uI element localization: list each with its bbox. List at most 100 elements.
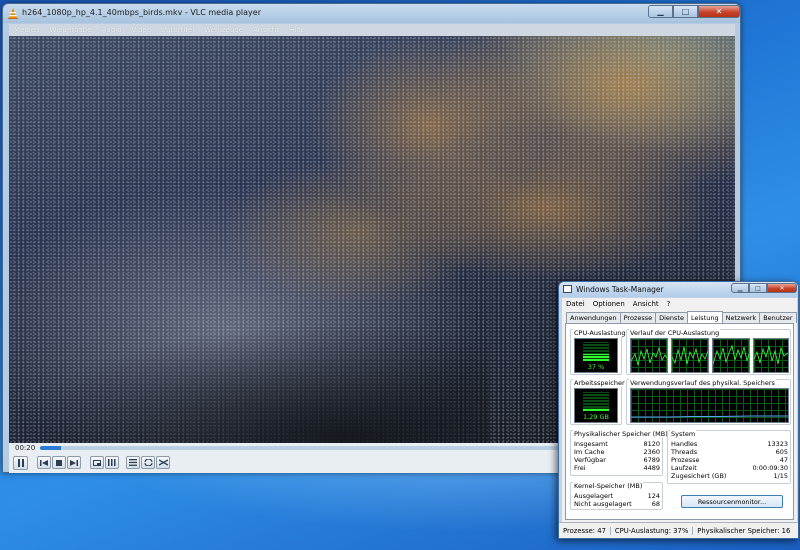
tab-prozesse[interactable]: Prozesse	[619, 312, 657, 323]
phys-key: Frei	[574, 464, 586, 472]
vlc-window-title: h264_1080p_hp_4.1_40mbps_birds.mkv - VLC…	[22, 8, 261, 17]
system-title: System	[670, 430, 697, 438]
phys-key: Verfügbar	[574, 456, 606, 464]
minimize-icon: ▁	[657, 7, 664, 16]
loop-icon	[143, 459, 153, 466]
menu-video[interactable]: Video	[131, 26, 151, 34]
tm-menu-optionen[interactable]: Optionen	[593, 300, 625, 308]
cpu-core-graph	[630, 338, 668, 373]
tm-body: Anwendungen Prozesse Dienste Leistung Ne…	[562, 309, 797, 522]
kernel-key: Ausgelagert	[574, 492, 614, 500]
seek-slider[interactable]	[40, 446, 560, 450]
tab-benutzer[interactable]: Benutzer	[759, 312, 797, 323]
resource-monitor-button[interactable]: Ressourcenmonitor...	[681, 495, 783, 508]
close-icon: ✕	[779, 284, 785, 292]
minimize-icon: ▁	[737, 284, 743, 292]
kernel-value: 124	[647, 492, 660, 500]
memory-group: Arbeitsspeicher 1,29 GB	[570, 379, 626, 425]
cpu-core-graph	[671, 338, 709, 373]
tm-menubar: Datei Optionen Ansicht ?	[562, 298, 797, 309]
phys-row: Insgesamt 8120	[574, 440, 660, 448]
menu-audio[interactable]: Audio	[102, 26, 122, 34]
memory-history-graph	[630, 388, 789, 423]
vlc-titlebar[interactable]: h264_1080p_hp_4.1_40mbps_birds.mkv - VLC…	[3, 4, 740, 23]
system-row: Handles 13323	[671, 440, 788, 448]
cpu-history-title: Verlauf der CPU-Auslastung	[629, 329, 721, 337]
fullscreen-button[interactable]	[90, 456, 104, 469]
physical-memory-title: Physikalischer Speicher (MB)	[573, 430, 669, 438]
stop-icon	[56, 459, 62, 466]
cpu-usage-title: CPU-Auslastung	[573, 329, 627, 337]
shuffle-button[interactable]	[156, 456, 170, 469]
tab-netzwerk[interactable]: Netzwerk	[721, 312, 761, 323]
next-icon	[70, 459, 78, 466]
equalizer-icon	[108, 459, 116, 466]
tm-minimize-button[interactable]: ▁	[731, 283, 749, 293]
memory-title: Arbeitsspeicher	[573, 379, 626, 387]
memory-value: 1,29 GB	[582, 413, 610, 421]
video-water-shadow	[9, 323, 489, 443]
tab-anwendungen[interactable]: Anwendungen	[566, 312, 621, 323]
phys-row: Im Cache 2360	[574, 448, 660, 456]
phys-value: 2360	[643, 448, 660, 456]
cpu-core-line	[753, 345, 789, 365]
tm-window-title: Windows Task-Manager	[576, 285, 664, 294]
system-key: Handles	[671, 440, 698, 448]
system-group: System Handles 13323 Threads 605 Prozesse 4…	[667, 430, 791, 484]
close-button[interactable]: ✕	[698, 5, 740, 18]
maximize-button[interactable]: □	[673, 5, 698, 18]
performance-panel: CPU-Auslastung 37 % Verlauf der CPU-Ausl…	[565, 323, 794, 520]
minimize-button[interactable]: ▁	[648, 5, 673, 18]
maximize-icon: □	[755, 284, 761, 292]
loop-button[interactable]	[141, 456, 155, 469]
system-key: Laufzeit	[671, 464, 697, 472]
kernel-memory-title: Kernel-Speicher (MB)	[573, 482, 644, 490]
menu-wiedergabe[interactable]: Wiedergabe	[49, 26, 91, 34]
tab-leistung[interactable]: Leistung	[687, 311, 723, 323]
menu-untertitel[interactable]: Untertitel	[161, 26, 194, 34]
tm-close-button[interactable]: ✕	[767, 283, 797, 293]
close-icon: ✕	[715, 7, 723, 16]
shuffle-icon	[158, 459, 168, 466]
tm-menu-help[interactable]: ?	[667, 300, 671, 308]
next-button[interactable]	[67, 456, 81, 469]
system-value: 1/15	[773, 472, 788, 480]
kernel-key: Nicht ausgelagert	[574, 500, 632, 508]
pause-icon	[17, 459, 24, 467]
tm-menu-ansicht[interactable]: Ansicht	[633, 300, 659, 308]
previous-button[interactable]	[37, 456, 51, 469]
task-manager-icon	[563, 285, 572, 293]
extended-settings-button[interactable]	[105, 456, 119, 469]
playlist-button[interactable]	[126, 456, 140, 469]
memory-history-group: Verwendungsverlauf des physikal. Speiche…	[626, 379, 791, 425]
pause-button[interactable]	[13, 456, 28, 470]
tm-tabs: Anwendungen Prozesse Dienste Leistung Ne…	[566, 311, 797, 323]
menu-hilfe[interactable]: Hilfe	[289, 26, 305, 34]
memory-meter-fill	[583, 408, 609, 411]
phys-key: Im Cache	[574, 448, 605, 456]
task-manager-window: Windows Task-Manager ▁ □ ✕ Datei Optione…	[558, 281, 799, 539]
tm-menu-datei[interactable]: Datei	[566, 300, 585, 308]
menu-medien[interactable]: Medien	[14, 26, 39, 34]
system-value: 605	[775, 448, 788, 456]
cpu-core-graph	[753, 338, 789, 373]
tab-dienste[interactable]: Dienste	[655, 312, 688, 323]
tm-titlebar[interactable]: Windows Task-Manager ▁ □ ✕	[559, 282, 798, 297]
cpu-core-line	[712, 344, 750, 365]
system-key: Zugesichert (GB)	[671, 472, 727, 480]
memory-history-line	[631, 415, 788, 418]
menu-ansicht[interactable]: Ansicht	[253, 26, 279, 34]
kernel-row: Ausgelagert 124	[574, 492, 660, 500]
cpu-meter: 37 %	[574, 338, 618, 373]
status-memory: Physikalischer Speicher: 16	[697, 526, 791, 535]
cpu-meter-fill	[583, 354, 609, 361]
phys-row: Verfügbar 6789	[574, 456, 660, 464]
tm-maximize-button[interactable]: □	[749, 283, 767, 293]
kernel-row: Nicht ausgelagert 68	[574, 500, 660, 508]
cpu-core-line	[671, 346, 709, 365]
seek-progress	[40, 446, 61, 450]
cpu-core-graph	[712, 338, 750, 373]
stop-button[interactable]	[52, 456, 66, 469]
menu-werkzeuge[interactable]: Werkzeuge	[204, 26, 243, 34]
phys-key: Insgesamt	[574, 440, 608, 448]
